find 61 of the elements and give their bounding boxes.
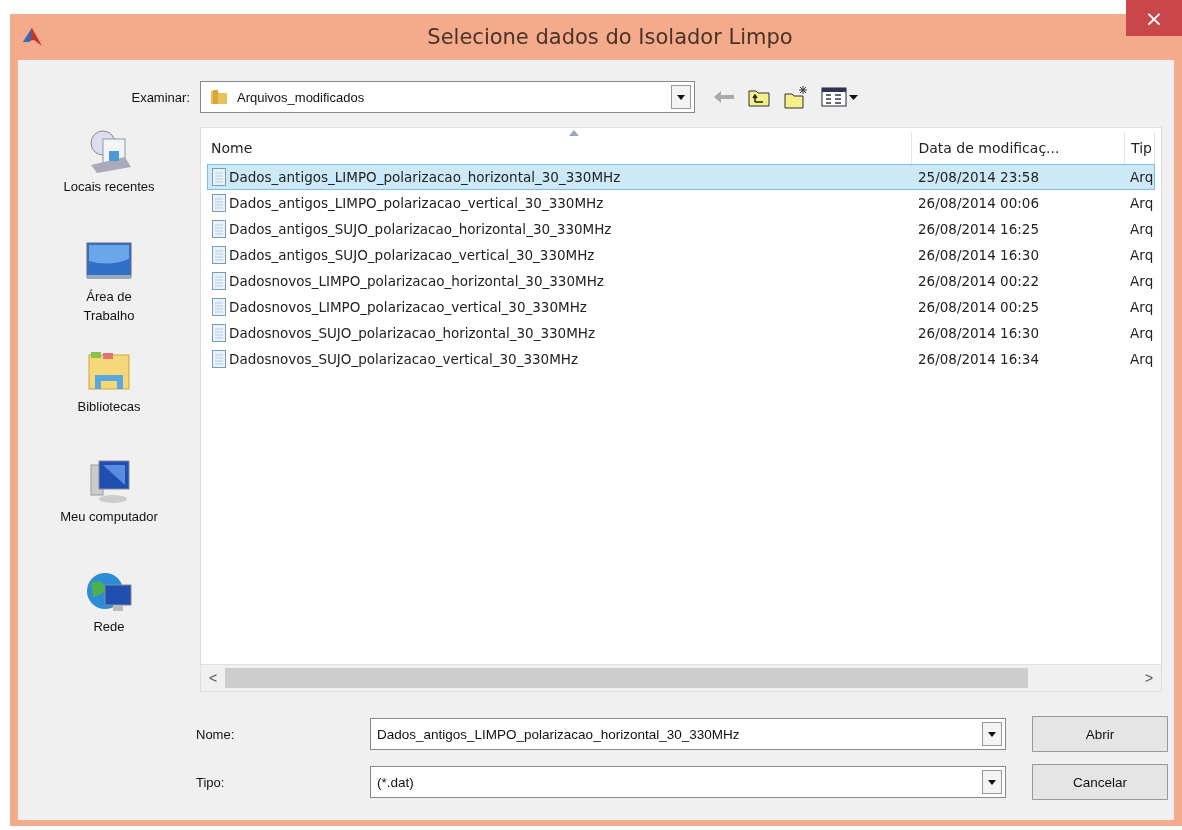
file-type: Arq (1129, 247, 1154, 263)
look-in-label: Examinar: (130, 89, 191, 105)
file-name: Dadosnovos_SUJO_polarizacao_horizontal_30_330MHz (229, 325, 596, 341)
window-title: Selecione dados do Isolador Limpo (426, 25, 794, 49)
sort-arrow-icon (569, 130, 579, 136)
file-type-label: Tipo: (195, 774, 226, 790)
horizontal-scrollbar[interactable]: < > (201, 664, 1161, 691)
file-name: Dadosnovos_SUJO_polarizacao_vertical_30_330MHz (229, 351, 579, 367)
file-row[interactable]: Dados_antigos_LIMPO_polarizacao_horizontal_30_330MHz 25/08/2014 23:58 Arq (207, 164, 1155, 190)
close-button[interactable]: × (1126, 0, 1182, 36)
new-folder-icon[interactable] (783, 85, 809, 109)
file-icon (212, 272, 226, 290)
file-name: Dados_antigos_SUJO_polarizacao_vertical_30_330MHz (229, 247, 595, 263)
file-icon (212, 246, 226, 264)
file-type: Arq (1129, 273, 1154, 289)
sidebar-item[interactable]: Rede (85, 567, 133, 677)
file-type: Arq (1129, 195, 1154, 211)
file-type: Arq (1129, 325, 1154, 341)
file-name-label: Nome: (195, 726, 236, 742)
file-date: 26/08/2014 16:30 (917, 247, 1040, 263)
sidebar-item[interactable]: Bibliotecas (77, 347, 141, 457)
file-name: Dadosnovos_LIMPO_polarizacao_vertical_30_330MHz (229, 299, 587, 315)
file-type-dropdown[interactable]: (*.dat) (370, 766, 1006, 798)
cancel-button[interactable]: Cancelar (1032, 764, 1168, 800)
file-type: Arq (1129, 169, 1154, 185)
file-date: 25/08/2014 23:58 (917, 169, 1040, 185)
file-date: 26/08/2014 00:06 (917, 195, 1040, 211)
file-icon (212, 168, 226, 186)
scroll-thumb[interactable] (225, 668, 1028, 688)
file-row[interactable]: Dadosnovos_SUJO_polarizacao_horizontal_30_330MHz 26/08/2014 16:30 Arq (207, 320, 1155, 346)
file-icon (212, 350, 226, 368)
sidebar-item[interactable]: Locais recentes (63, 127, 155, 237)
file-name: Dados_antigos_LIMPO_polarizacao_vertical_30_330MHz (229, 195, 604, 211)
file-row[interactable]: Dadosnovos_SUJO_polarizacao_vertical_30_330MHz 26/08/2014 16:34 Arq (207, 346, 1155, 372)
file-name: Dadosnovos_LIMPO_polarizacao_horizontal_30_330MHz (229, 273, 604, 289)
file-date: 26/08/2014 16:25 (917, 221, 1040, 237)
view-menu-icon[interactable] (821, 87, 859, 107)
sidebar-item[interactable]: Meu computador (60, 457, 158, 567)
file-type: Arq (1129, 299, 1154, 315)
file-row[interactable]: Dados_antigos_LIMPO_polarizacao_vertical_30_330MHz 26/08/2014 00:06 Arq (207, 190, 1155, 216)
file-row[interactable]: Dadosnovos_LIMPO_polarizacao_horizontal_30_330MHz 26/08/2014 00:22 Arq (207, 268, 1155, 294)
file-type: Arq (1129, 351, 1154, 367)
file-type: Arq (1129, 221, 1154, 237)
file-icon (212, 220, 226, 238)
file-date: 26/08/2014 00:22 (917, 273, 1040, 289)
file-row[interactable]: Dadosnovos_LIMPO_polarizacao_vertical_30_330MHz 26/08/2014 00:25 Arq (207, 294, 1155, 320)
file-name: Dados_antigos_SUJO_polarizacao_horizontal_30_330MHz (229, 221, 612, 237)
file-row[interactable]: Dados_antigos_SUJO_polarizacao_horizontal_30_330MHz 26/08/2014 16:25 Arq (207, 216, 1155, 242)
file-name-field[interactable]: Dados_antigos_LIMPO_polarizacao_horizontal_30_330MHz (370, 718, 1006, 750)
file-icon (212, 298, 226, 316)
file-date: 26/08/2014 16:34 (917, 351, 1040, 367)
folder-icon (209, 87, 229, 107)
folder-dropdown[interactable]: Arquivos_modificados (200, 81, 695, 113)
file-name: Dados_antigos_LIMPO_polarizacao_horizontal_30_330MHz (229, 169, 621, 185)
file-icon (212, 194, 226, 212)
open-button[interactable]: Abrir (1032, 716, 1168, 752)
sidebar-item[interactable]: Área de Trabalho (74, 237, 144, 347)
file-date: 26/08/2014 16:30 (917, 325, 1040, 341)
file-icon (212, 324, 226, 342)
file-row[interactable]: Dados_antigos_SUJO_polarizacao_vertical_30_330MHz 26/08/2014 16:30 Arq (207, 242, 1155, 268)
file-date: 26/08/2014 00:25 (917, 299, 1040, 315)
